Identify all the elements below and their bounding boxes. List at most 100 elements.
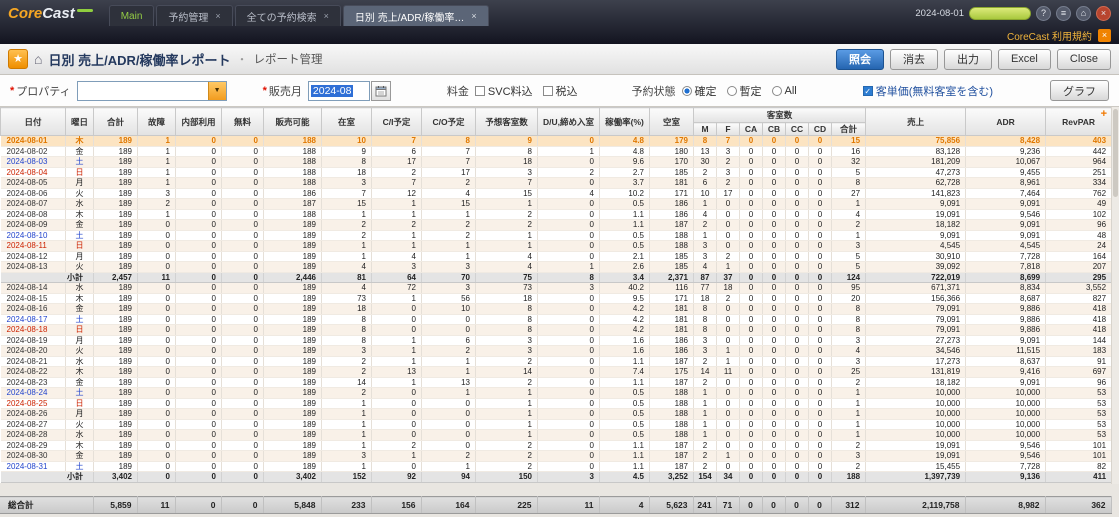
tab-daily-sales-report[interactable]: 日別 売上/ADR/稼働率…× <box>343 5 489 26</box>
column-header-cd[interactable]: CD <box>809 123 832 136</box>
terms-close-icon[interactable]: × <box>1098 29 1111 42</box>
table-row[interactable]: 2024-08-05月189100188372703.7181620000862… <box>1 178 1112 189</box>
column-header-sales[interactable]: 売上 <box>866 108 966 136</box>
column-header-cb[interactable]: CB <box>763 123 786 136</box>
table-row[interactable]: 2024-08-20火189000189312301.6186310000434… <box>1 346 1112 357</box>
table-row[interactable]: 2024-08-18日189000189800804.2181800000879… <box>1 325 1112 336</box>
excel-button[interactable]: Excel <box>998 49 1051 70</box>
column-header-date[interactable]: 日付 <box>1 108 66 136</box>
column-header-m[interactable]: M <box>694 123 717 136</box>
chevron-down-icon[interactable]: ▼ <box>208 82 226 100</box>
table-row[interactable]: 2024-08-14水189000189472373340.2116771800… <box>1 283 1112 294</box>
table-row[interactable]: 2024-08-04日18910018818217322.71852300005… <box>1 167 1112 178</box>
breadcrumb-home-icon[interactable]: ⌂ <box>34 51 42 67</box>
tab-main[interactable]: Main <box>109 5 155 26</box>
tab-reservation-management[interactable]: 予約管理× <box>156 5 232 26</box>
column-header-weekday[interactable]: 曜日 <box>66 108 94 136</box>
table-row[interactable]: 2024-08-12月189000189141402.1185320000530… <box>1 251 1112 262</box>
table-row[interactable]: 2024-08-16金18900018918010804.21818000008… <box>1 304 1112 315</box>
column-header-internal-use[interactable]: 内部利用 <box>176 108 222 136</box>
checkbox-icon[interactable] <box>543 86 553 96</box>
menu-icon[interactable]: ≡ <box>1056 6 1071 21</box>
column-header-f[interactable]: F <box>717 123 740 136</box>
table-row[interactable]: 2024-08-07水18920018715115100.51861000001… <box>1 199 1112 210</box>
radio-icon[interactable] <box>772 86 782 96</box>
status-option-tentative[interactable]: 暫定 <box>727 83 762 99</box>
status-option-confirmed[interactable]: 確定 <box>682 83 717 99</box>
checkbox-checked-icon[interactable]: ✓ <box>863 86 873 96</box>
table-row[interactable]: 2024-08-11日189000189111100.518830000034,… <box>1 241 1112 252</box>
breadcrumb-report-admin[interactable]: レポート管理 <box>253 51 322 67</box>
column-header-adr[interactable]: ADR <box>966 108 1046 136</box>
calendar-icon[interactable] <box>371 81 391 101</box>
radio-icon[interactable] <box>727 86 737 96</box>
terms-link[interactable]: CoreCast 利用規約 <box>1007 28 1092 43</box>
graph-button[interactable]: グラフ <box>1050 80 1109 101</box>
table-row[interactable]: 2024-08-24土189000189201100.5188100000110… <box>1 388 1112 399</box>
table-row[interactable]: 2024-08-22木18900018921311407.41751411000… <box>1 367 1112 378</box>
column-header-ca[interactable]: CA <box>740 123 763 136</box>
vertical-scrollbar[interactable] <box>1111 107 1119 484</box>
clear-button[interactable]: 消去 <box>890 49 938 70</box>
table-row[interactable]: 2024-08-29木189000189120201.1187200000219… <box>1 440 1112 451</box>
close-icon[interactable]: × <box>471 12 476 21</box>
table-row[interactable]: 2024-08-28水189000189100100.5188100000110… <box>1 430 1112 441</box>
output-button[interactable]: 出力 <box>944 49 992 70</box>
sales-month-input[interactable]: 2024-08 <box>308 81 370 101</box>
add-column-button[interactable]: + <box>1101 109 1107 120</box>
table-row[interactable]: 2024-08-31土189000189101201.1187200000215… <box>1 461 1112 472</box>
column-header-checkout[interactable]: C/O予定 <box>422 108 476 136</box>
property-select[interactable]: ▼ <box>77 81 227 101</box>
table-row[interactable]: 2024-08-25日189000189100100.5188100000110… <box>1 398 1112 409</box>
table-row[interactable]: 2024-08-02金189100188967814.8180133000016… <box>1 146 1112 157</box>
column-header-sellable[interactable]: 販売可能 <box>264 108 322 136</box>
checkbox-icon[interactable] <box>475 86 485 96</box>
column-header-checkin[interactable]: C/I予定 <box>372 108 422 136</box>
favorite-button[interactable]: ★ <box>8 49 28 69</box>
table-row[interactable]: 2024-08-06火189300186712415410.2171101700… <box>1 188 1112 199</box>
table-row[interactable]: 2024-08-19月189000189816301.6186300000327… <box>1 335 1112 346</box>
scrollbar-thumb[interactable] <box>1113 109 1118 197</box>
table-row[interactable]: 2024-08-10土189000189212100.518810000019,… <box>1 230 1112 241</box>
grand-total-row[interactable]: 総合計5,85911005,8482331561642251145,623241… <box>0 497 1111 514</box>
fee-option-tax[interactable]: 税込 <box>543 83 578 99</box>
fee-option-svc[interactable]: SVC料込 <box>475 83 533 99</box>
column-header-in-house[interactable]: 在室 <box>322 108 372 136</box>
table-row[interactable]: 2024-08-13火189000189433412.6185410000539… <box>1 262 1112 273</box>
column-header-out-of-order[interactable]: 故障 <box>138 108 176 136</box>
user-badge[interactable] <box>969 7 1031 20</box>
inquire-button[interactable]: 照会 <box>836 49 884 70</box>
close-icon[interactable]: × <box>215 12 220 21</box>
help-icon[interactable]: ? <box>1036 6 1051 21</box>
column-group-rooms[interactable]: 客室数 <box>694 108 866 123</box>
home-icon[interactable]: ⌂ <box>1076 6 1091 21</box>
column-header-room-total[interactable]: 合計 <box>832 123 866 136</box>
column-header-occupancy[interactable]: 稼働率(%) <box>600 108 650 136</box>
table-row[interactable]: 2024-08-26月189000189100100.5188100000110… <box>1 409 1112 420</box>
table-row[interactable]: 2024-08-08木189100188111201.1186400000419… <box>1 209 1112 220</box>
close-icon[interactable]: × <box>324 12 329 21</box>
subtotal-row[interactable]: 小計2,45711002,4468164707583.42,3718737000… <box>1 272 1112 283</box>
column-header-expected-rooms[interactable]: 予想客室数 <box>476 108 538 136</box>
unit-price-option[interactable]: ✓客単価(無料客室を含む) <box>863 83 993 99</box>
tab-all-reservation-search[interactable]: 全ての予約検索× <box>235 5 341 26</box>
column-header-vacant[interactable]: 空室 <box>650 108 694 136</box>
status-option-all[interactable]: All <box>772 85 797 97</box>
close-button[interactable]: Close <box>1057 49 1111 70</box>
table-row[interactable]: 2024-08-27火189000189100100.5188100000110… <box>1 419 1112 430</box>
column-header-total[interactable]: 合計 <box>94 108 138 136</box>
logout-icon[interactable]: × <box>1096 6 1111 21</box>
table-row[interactable]: 2024-08-23金18900018914113201.11872000002… <box>1 377 1112 388</box>
column-header-cc[interactable]: CC <box>786 123 809 136</box>
column-header-free[interactable]: 無料 <box>222 108 264 136</box>
subtotal-row[interactable]: 小計3,4020003,402152929415034.53,252154340… <box>1 472 1112 483</box>
column-header-dayuse[interactable]: D/U,締め入室 <box>538 108 600 136</box>
table-row[interactable]: 2024-08-15木189000189731561809.5171182000… <box>1 293 1112 304</box>
table-row[interactable]: 2024-08-17土189000189800804.2181800000879… <box>1 314 1112 325</box>
radio-selected-icon[interactable] <box>682 86 692 96</box>
table-row[interactable]: 2024-08-01木1891001881078904.817987000015… <box>1 136 1112 147</box>
table-row[interactable]: 2024-08-09金189000189222201.1187200000218… <box>1 220 1112 231</box>
table-row[interactable]: 2024-08-30金189000189312201.1187210000319… <box>1 451 1112 462</box>
table-row[interactable]: 2024-08-21水189000189211201.1187210000317… <box>1 356 1112 367</box>
table-row[interactable]: 2024-08-03土18910018881771809.61703020000… <box>1 157 1112 168</box>
